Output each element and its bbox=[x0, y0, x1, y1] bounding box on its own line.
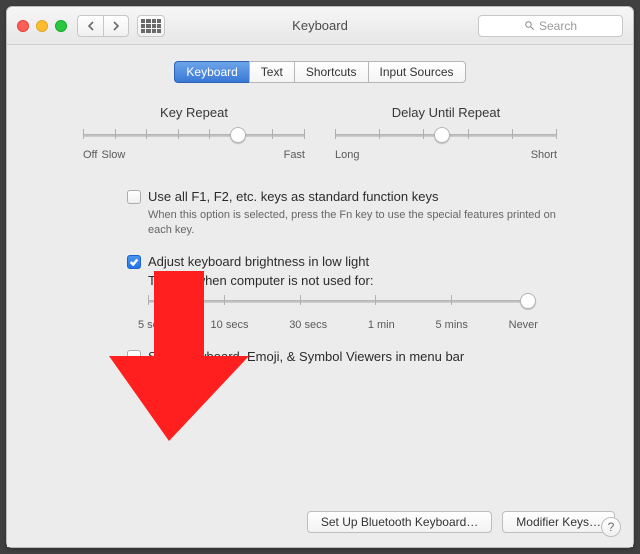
help-button[interactable]: ? bbox=[601, 517, 621, 537]
traffic-lights bbox=[17, 20, 67, 32]
nav-buttons bbox=[77, 15, 129, 37]
back-button[interactable] bbox=[77, 15, 103, 37]
titlebar: Keyboard Search bbox=[7, 7, 633, 45]
bluetooth-keyboard-button[interactable]: Set Up Bluetooth Keyboard… bbox=[307, 511, 492, 533]
use-fn-hint: When this option is selected, press the … bbox=[148, 208, 575, 238]
tab-input-sources[interactable]: Input Sources bbox=[368, 61, 466, 83]
keyboard-prefs-window: Keyboard Search Keyboard Text Shortcuts … bbox=[6, 6, 634, 548]
close-icon[interactable] bbox=[17, 20, 29, 32]
search-input[interactable]: Search bbox=[478, 15, 623, 37]
show-all-button[interactable] bbox=[137, 15, 165, 37]
use-fn-checkbox[interactable] bbox=[127, 190, 141, 204]
show-viewers-row: Show Keyboard, Emoji, & Symbol Viewers i… bbox=[127, 349, 575, 364]
bottom-buttons: Set Up Bluetooth Keyboard… Modifier Keys… bbox=[25, 511, 615, 533]
dim-tick-labels: 5 secs10 secs30 secs1 min5 minsNever bbox=[138, 319, 538, 331]
options-block: Use all F1, F2, etc. keys as standard fu… bbox=[127, 189, 575, 368]
auto-brightness-row: Adjust keyboard brightness in low light bbox=[127, 254, 575, 269]
key-repeat-group: Key Repeat OffSlow Fast bbox=[83, 105, 305, 161]
delay-repeat-slider[interactable] bbox=[335, 134, 557, 137]
show-viewers-label: Show Keyboard, Emoji, & Symbol Viewers i… bbox=[148, 349, 464, 364]
modifier-keys-button[interactable]: Modifier Keys… bbox=[502, 511, 615, 533]
delay-repeat-group: Delay Until Repeat Long Short bbox=[335, 105, 557, 161]
delay-repeat-title: Delay Until Repeat bbox=[335, 105, 557, 120]
auto-brightness-checkbox[interactable] bbox=[127, 255, 141, 269]
show-viewers-checkbox[interactable] bbox=[127, 350, 141, 364]
key-repeat-title: Key Repeat bbox=[83, 105, 305, 120]
dim-slider-wrap: 5 secs10 secs30 secs1 min5 minsNever bbox=[148, 300, 575, 331]
delay-repeat-knob[interactable] bbox=[434, 127, 450, 143]
search-icon bbox=[524, 20, 535, 31]
dim-label: Turn off when computer is not used for: bbox=[148, 273, 575, 288]
key-repeat-knob[interactable] bbox=[230, 127, 246, 143]
dim-knob[interactable] bbox=[520, 293, 536, 309]
content-area: Keyboard Text Shortcuts Input Sources Ke… bbox=[7, 45, 633, 547]
tab-bar: Keyboard Text Shortcuts Input Sources bbox=[174, 61, 465, 83]
tab-keyboard[interactable]: Keyboard bbox=[174, 61, 248, 83]
auto-brightness-label: Adjust keyboard brightness in low light bbox=[148, 254, 369, 269]
use-fn-row: Use all F1, F2, etc. keys as standard fu… bbox=[127, 189, 575, 204]
use-fn-label: Use all F1, F2, etc. keys as standard fu… bbox=[148, 189, 438, 204]
minimize-icon[interactable] bbox=[36, 20, 48, 32]
forward-button[interactable] bbox=[103, 15, 129, 37]
tab-shortcuts[interactable]: Shortcuts bbox=[294, 61, 368, 83]
dim-slider[interactable] bbox=[148, 300, 528, 303]
search-placeholder: Search bbox=[539, 19, 577, 33]
tab-text[interactable]: Text bbox=[249, 61, 294, 83]
delay-repeat-labels: Long Short bbox=[335, 149, 557, 161]
key-repeat-labels: OffSlow Fast bbox=[83, 149, 305, 161]
key-repeat-slider[interactable] bbox=[83, 134, 305, 137]
sliders-row: Key Repeat OffSlow Fast Delay Until Repe… bbox=[83, 105, 557, 161]
maximize-icon[interactable] bbox=[55, 20, 67, 32]
